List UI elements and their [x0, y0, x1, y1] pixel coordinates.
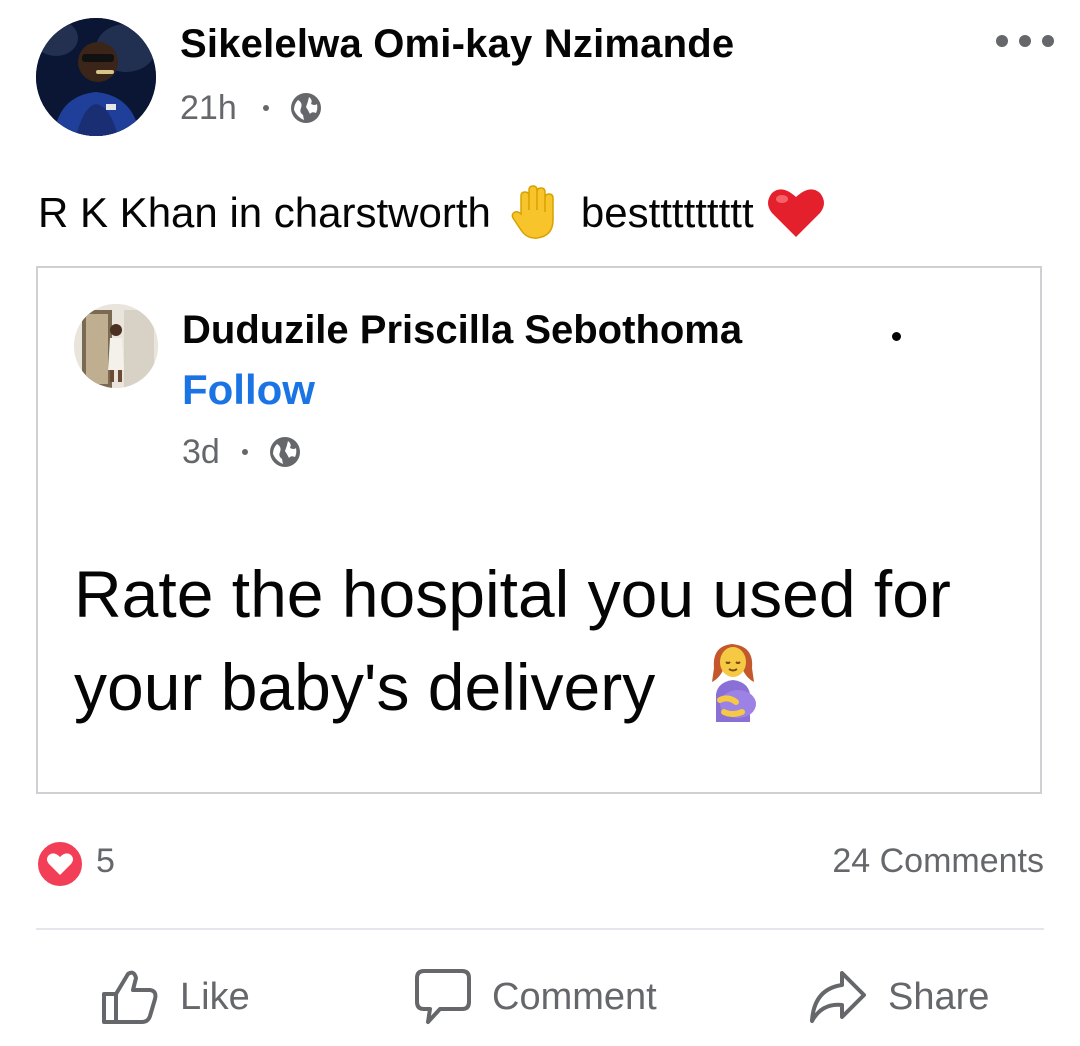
speech-bubble-icon — [415, 969, 471, 1024]
raised-hand-emoji — [511, 185, 554, 239]
author-avatar[interactable] — [36, 18, 156, 136]
feed-post: Sikelelwa Omi-kay Nzimande 21h R K Khan … — [0, 0, 1080, 1046]
follow-button[interactable]: Follow — [182, 366, 315, 414]
shared-author-separator — [892, 332, 901, 341]
meta-separator — [262, 105, 269, 111]
share-button[interactable]: Share — [808, 962, 989, 1032]
shared-author-name[interactable]: Duduzile Priscilla Sebothoma — [182, 308, 742, 353]
shared-post-text: Rate the hospital you used for your baby… — [74, 550, 994, 731]
more-dot — [996, 35, 1008, 47]
share-arrow-icon — [810, 971, 866, 1023]
globe-icon — [290, 93, 321, 123]
globe-icon — [269, 437, 300, 467]
like-label: Like — [180, 975, 250, 1018]
shared-post-time[interactable]: 3d — [182, 433, 220, 472]
shared-author-avatar[interactable] — [74, 304, 158, 388]
post-text-suffix: besttttttttt — [580, 189, 754, 236]
more-dot — [1042, 35, 1054, 47]
pregnant-woman-emoji — [711, 644, 756, 722]
author-name[interactable]: Sikelelwa Omi-kay Nzimande — [180, 22, 734, 67]
shared-post-meta: 3d — [182, 432, 302, 472]
post-time[interactable]: 21h — [180, 89, 237, 128]
post-text-main: R K Khan in charstworth — [38, 189, 491, 236]
comment-label: Comment — [492, 975, 657, 1018]
comments-count[interactable]: 24 Comments — [832, 842, 1044, 881]
thumbs-up-icon — [102, 970, 158, 1024]
comment-button[interactable]: Comment — [414, 962, 657, 1032]
post-meta: 21h — [180, 88, 323, 128]
love-reaction-icon[interactable] — [36, 840, 84, 888]
meta-separator — [241, 449, 248, 455]
post-text: R K Khan in charstworth besttttttttt — [38, 184, 826, 242]
more-options-icon[interactable] — [996, 28, 1054, 54]
red-heart-emoji — [767, 189, 824, 237]
shared-post-text-main: Rate the hospital you used for your baby… — [74, 557, 951, 724]
divider — [36, 928, 1044, 930]
share-label: Share — [888, 975, 990, 1018]
like-button[interactable]: Like — [100, 962, 250, 1032]
reaction-count[interactable]: 5 — [96, 842, 115, 881]
more-dot — [1019, 35, 1031, 47]
shared-post-card[interactable]: Duduzile Priscilla Sebothoma Follow 3d R… — [36, 266, 1042, 794]
